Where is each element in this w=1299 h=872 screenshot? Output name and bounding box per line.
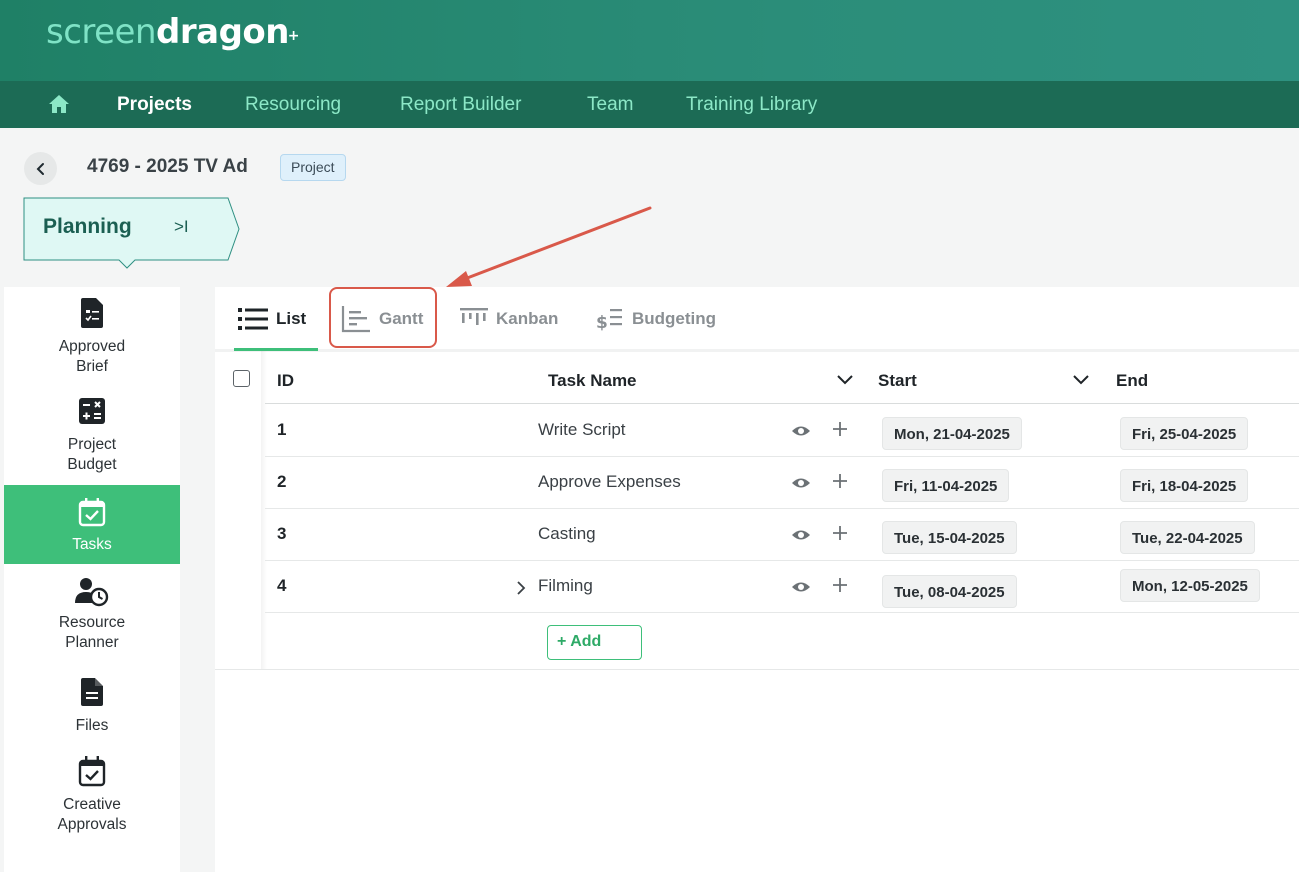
row-divider (265, 612, 1299, 613)
list-icon (238, 308, 268, 330)
table-row[interactable]: 4 Filming Tue, 08-04-2025 Mon, 12-05-202… (215, 561, 1299, 613)
header-divider (265, 403, 1299, 404)
sidebar-item-files[interactable]: Files (4, 677, 180, 737)
eye-icon[interactable] (791, 474, 811, 492)
add-task-button[interactable]: + Add (547, 625, 642, 660)
active-tab-indicator (234, 348, 318, 351)
svg-text:$: $ (596, 313, 608, 332)
end-date[interactable]: Mon, 12-05-2025 (1120, 569, 1260, 602)
task-id: 4 (277, 576, 287, 595)
calculator-icon (79, 398, 105, 424)
project-sidebar: Approved Brief Project Budget Tasks Reso… (4, 287, 180, 872)
sidebar-item-approved-brief[interactable]: Approved Brief (4, 297, 180, 389)
eye-icon[interactable] (791, 578, 811, 596)
task-name[interactable]: Filming (538, 576, 593, 596)
back-button[interactable] (24, 152, 57, 185)
task-id: 1 (277, 420, 287, 439)
tab-label: Kanban (496, 309, 559, 328)
sidebar-item-resource-planner[interactable]: Resource Planner (4, 577, 180, 657)
collapse-stage-icon[interactable]: >I (174, 217, 189, 237)
brief-icon (81, 298, 103, 328)
column-header-start[interactable]: Start (878, 371, 917, 391)
start-date[interactable]: Tue, 08-04-2025 (882, 575, 1017, 608)
end-date[interactable]: Fri, 18-04-2025 (1120, 469, 1249, 502)
table-row[interactable]: 1 Write Script Mon, 21-04-2025 Fri, 25-0… (215, 405, 1299, 457)
end-date[interactable]: Tue, 22-04-2025 (1120, 521, 1255, 554)
task-id: 2 (277, 472, 287, 491)
table-row[interactable]: 2 Approve Expenses Fri, 11-04-2025 Fri, … (215, 457, 1299, 509)
gantt-tab-highlight (329, 287, 437, 348)
nav-item-team[interactable]: Team (587, 81, 633, 128)
tab-label: Budgeting (632, 309, 717, 328)
task-name[interactable]: Write Script (538, 420, 626, 440)
tab-list[interactable]: List (238, 301, 306, 337)
sidebar-item-project-budget[interactable]: Project Budget (4, 397, 180, 485)
home-icon[interactable] (48, 94, 70, 114)
nav-item-resourcing[interactable]: Resourcing (245, 81, 341, 128)
task-name[interactable]: Casting (538, 524, 596, 544)
stage-label: Planning (43, 215, 132, 238)
calendar-approval-icon (78, 756, 106, 787)
sidebar-item-label: Resource Planner (58, 614, 126, 651)
sidebar-item-label: Tasks (72, 536, 112, 553)
sidebar-item-label: Approved Brief (58, 338, 126, 375)
nav-item-projects[interactable]: Projects (117, 81, 192, 128)
column-header-id[interactable]: ID (277, 371, 294, 391)
file-icon (81, 678, 103, 706)
plus-icon[interactable] (830, 575, 850, 595)
tab-budgeting[interactable]: $ Budgeting (596, 301, 716, 337)
chevron-right-icon[interactable] (516, 581, 526, 595)
select-all-checkbox[interactable] (233, 370, 250, 387)
table-bottom-divider (215, 669, 1299, 670)
screendragon-logo[interactable]: screendragon + (46, 12, 299, 52)
plus-icon[interactable] (830, 523, 850, 543)
main-nav: Projects Resourcing Report Builder Team … (0, 81, 1299, 128)
logo-plus-mark: + (287, 28, 300, 44)
planning-stage[interactable]: Planning >I (23, 197, 241, 269)
tasks-panel: List Gantt Kanban $ Budgeting ID Task Na… (215, 287, 1299, 872)
chevron-left-icon (36, 162, 44, 175)
start-date[interactable]: Mon, 21-04-2025 (882, 417, 1022, 450)
plus-icon[interactable] (830, 419, 850, 439)
sidebar-item-label: Files (75, 717, 109, 734)
start-date[interactable]: Fri, 11-04-2025 (882, 469, 1010, 502)
tab-label: List (276, 309, 307, 328)
nav-item-training-library[interactable]: Training Library (686, 81, 817, 128)
task-name[interactable]: Approve Expenses (538, 472, 681, 492)
project-type-badge: Project (280, 154, 346, 181)
project-title: 4769 - 2025 TV Ad (87, 156, 248, 177)
sidebar-item-label: Project Budget (67, 436, 117, 473)
calendar-check-icon (78, 498, 106, 527)
table-row[interactable]: 3 Casting Tue, 15-04-2025 Tue, 22-04-202… (215, 509, 1299, 561)
chevron-down-icon[interactable] (1072, 374, 1090, 386)
chevron-down-icon[interactable] (836, 374, 854, 386)
start-date[interactable]: Tue, 15-04-2025 (882, 521, 1017, 554)
tab-kanban[interactable]: Kanban (460, 301, 558, 337)
user-clock-icon (75, 578, 109, 607)
app-header: screendragon + (0, 0, 1299, 81)
plus-icon[interactable] (830, 471, 850, 491)
budgeting-icon: $ (596, 309, 622, 332)
column-header-end[interactable]: End (1116, 371, 1148, 391)
task-id: 3 (277, 524, 287, 543)
sidebar-item-creative-approvals[interactable]: Creative Approvals (4, 755, 180, 835)
end-date[interactable]: Fri, 25-04-2025 (1120, 417, 1249, 450)
sidebar-item-label: Creative Approvals (57, 796, 127, 833)
tab-divider (215, 349, 1299, 352)
eye-icon[interactable] (791, 526, 811, 544)
eye-icon[interactable] (791, 422, 811, 440)
column-header-task-name[interactable]: Task Name (548, 371, 637, 391)
nav-item-report-builder[interactable]: Report Builder (400, 81, 521, 128)
kanban-icon (460, 308, 488, 325)
sidebar-item-tasks[interactable]: Tasks (4, 485, 180, 564)
